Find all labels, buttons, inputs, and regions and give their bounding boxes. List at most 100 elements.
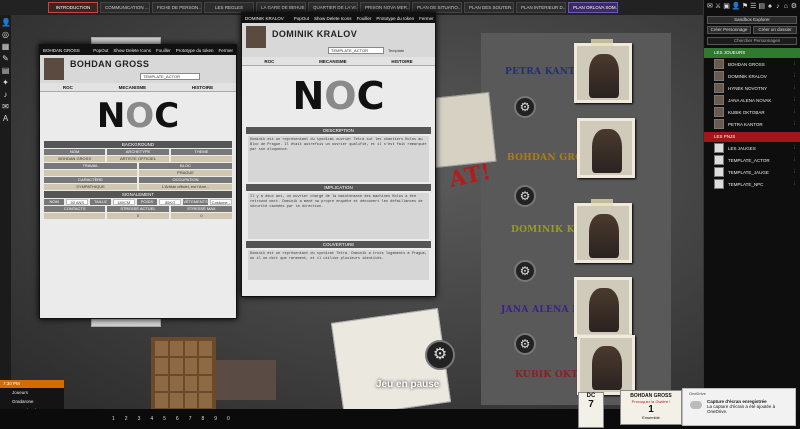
tiles-tool-icon[interactable]: ▦ — [1, 42, 10, 51]
macro-slot[interactable]: 8 — [201, 416, 204, 422]
tab-mecanisme[interactable]: MECANISME — [119, 83, 147, 91]
field-occupation[interactable]: L'Artiste officiel, est l'Ami... — [139, 184, 232, 190]
create-actor-button[interactable]: Créer Personnage — [707, 26, 751, 34]
create-folder-button[interactable]: Créer un dossier — [753, 26, 797, 34]
actor-item[interactable]: KUBIK OKTOBAR ⋮ — [704, 106, 800, 118]
tables-icon[interactable]: ▤ — [758, 3, 765, 11]
actor-item[interactable]: HYNEK NOVOTNY ⋮ — [704, 82, 800, 94]
field-taille[interactable]: 180CM — [112, 199, 135, 205]
actor-item[interactable]: TEMPLATE_ACTOR ⋮ — [704, 154, 800, 166]
players-header[interactable]: 7:30 PM — [0, 380, 64, 388]
character-name[interactable]: DOMINIK KRALOV — [272, 29, 357, 39]
portrait-jana-alena-novak[interactable] — [574, 277, 632, 337]
folder-les-pnjs[interactable]: LES PNJS — [704, 132, 800, 142]
gear-token-1[interactable]: ⚙ — [514, 96, 536, 118]
onedrive-toast[interactable]: OneDrive Capture d'écran enregistrée La … — [682, 388, 796, 426]
macro-slot[interactable]: 2 — [125, 416, 128, 422]
field-stress-max[interactable]: 0 — [170, 213, 232, 219]
couverture-text[interactable]: Dominik est un représentant du syndicat … — [248, 250, 429, 280]
draw-tool-icon[interactable]: ✎ — [1, 54, 10, 63]
cards-icon[interactable]: ♠ — [767, 3, 773, 11]
macro-slot[interactable]: 1 — [112, 416, 115, 422]
target-tool-icon[interactable]: ◎ — [1, 30, 10, 39]
tab-scene[interactable]: INTRODUCTION — [48, 2, 98, 13]
macro-slot[interactable]: 4 — [150, 416, 153, 422]
tab-scene[interactable]: COMMUNICATION ... — [100, 2, 150, 13]
macro-slot[interactable]: 3 — [138, 416, 141, 422]
playlists-icon[interactable]: ♪ — [775, 3, 781, 11]
portrait-dominik-kralov[interactable] — [574, 203, 632, 263]
combat-icon[interactable]: ⚔ — [715, 3, 721, 11]
sheet-bohdan-gross[interactable]: BOHDAN GROSS PopOut Show Delete Icons Fo… — [39, 44, 237, 319]
gear-token-3[interactable]: ⚙ — [514, 260, 536, 282]
sheet-dominik-kralov[interactable]: DOMINIK KRALOV PopOut Show Delete Icons … — [241, 12, 436, 297]
settings-icon[interactable]: ⚙ — [791, 3, 797, 11]
field-travail[interactable] — [44, 170, 137, 176]
notes-tool-icon[interactable]: ✉ — [1, 102, 10, 111]
fouiller-button[interactable]: Fouiller — [156, 48, 171, 53]
actor-item[interactable]: TEMPLATE_JAUGE ⋮ — [704, 166, 800, 178]
tab-scene[interactable]: FICHE DE PERSON... — [152, 2, 202, 13]
delete-icons-toggle[interactable]: Show Delete Icons — [113, 48, 151, 53]
field-caractere[interactable]: SYMPATHIQUE — [44, 184, 137, 190]
field-bloc[interactable]: PRAGUE — [139, 170, 232, 176]
portrait-bohdan-gross[interactable] — [577, 118, 635, 178]
actor-item[interactable]: TEMPLATE_NPC ⋮ — [704, 178, 800, 190]
delete-icons-toggle[interactable]: Show Delete Icons — [314, 16, 352, 21]
scenes-icon[interactable]: ▣ — [723, 3, 730, 11]
macro-slot[interactable]: 0 — [227, 416, 230, 422]
fouiller-button[interactable]: Fouiller — [357, 16, 372, 21]
template-select[interactable]: TEMPLATE_ACTOR — [140, 73, 200, 80]
gear-token-2[interactable]: ⚙ — [514, 185, 536, 207]
implication-text[interactable]: Il y a deux ans, un ouvrier chargé de la… — [248, 193, 429, 239]
description-text[interactable]: Dominik est un représentant du syndicat … — [248, 136, 429, 182]
actor-item[interactable]: BOHDAN GROSS ⋮ — [704, 58, 800, 70]
gear-token-4[interactable]: ⚙ — [514, 333, 536, 355]
actor-search-input[interactable]: Chercher Personnages — [707, 37, 797, 45]
tab-roc[interactable]: ROC — [63, 83, 73, 91]
template-select[interactable]: TEMPLATE_ACTOR — [328, 47, 384, 54]
macro-slot[interactable]: 5 — [163, 416, 166, 422]
macro-slot[interactable]: 6 — [176, 416, 179, 422]
actors-icon[interactable]: 👤 — [732, 3, 741, 11]
portrait-kubik-oktobar[interactable] — [577, 335, 635, 395]
items-icon[interactable]: ⚑ — [742, 3, 748, 11]
field-archetype[interactable]: ARTISTE OFFICIEL — [107, 156, 169, 162]
field-stress-actuel[interactable]: 0 — [107, 213, 169, 219]
macro-slot[interactable]: 9 — [214, 416, 217, 422]
actor-item[interactable]: DOMINIK KRALOV ⋮ — [704, 70, 800, 82]
macro-slot[interactable]: 7 — [189, 416, 192, 422]
tab-scene[interactable]: PLAN ORLOVA SOM... — [568, 2, 618, 13]
journal-icon[interactable]: ☰ — [750, 3, 756, 11]
prototype-token-button[interactable]: Prototype du token — [376, 16, 414, 21]
token-tool-icon[interactable]: 👤 — [1, 18, 11, 27]
close-button[interactable]: Fermer — [419, 16, 434, 21]
field-vetements[interactable]: Costume - cravate — [209, 199, 232, 211]
compendium-icon[interactable]: ⌂ — [783, 3, 789, 11]
folder-les-joueurs[interactable]: LES JOUEURS — [704, 48, 800, 58]
avatar[interactable] — [246, 26, 266, 48]
prototype-token-button[interactable]: Prototype du token — [176, 48, 214, 53]
popout-button[interactable]: PopOut — [93, 48, 108, 53]
tab-scene[interactable]: PLAN DES SOUTER... — [464, 2, 514, 13]
field-contacts[interactable] — [44, 213, 106, 219]
close-button[interactable]: Fermer — [219, 48, 234, 53]
sandbox-explorer-button[interactable]: Sandbox Explorer — [707, 16, 797, 24]
portrait-petra-kantor[interactable] — [574, 43, 632, 103]
sound-tool-icon[interactable]: ♪ — [1, 90, 10, 99]
tab-histoire[interactable]: HISTOIRE — [391, 57, 412, 65]
popout-button[interactable]: PopOut — [294, 16, 309, 21]
tab-scene[interactable]: PLAN INTERIEUR D... — [516, 2, 566, 13]
field-age[interactable]: 50 ANS — [66, 199, 89, 205]
avatar[interactable] — [44, 58, 64, 80]
actor-item[interactable]: JANA ALENA NOVAK ⋮ — [704, 94, 800, 106]
text-tool-icon[interactable]: A — [1, 114, 10, 123]
field-poids[interactable]: 85KG — [159, 199, 182, 205]
chat-icon[interactable]: ✉ — [707, 3, 713, 11]
tab-mecanisme[interactable]: MECANISME — [319, 57, 347, 65]
actor-item[interactable]: PETRA KANTOR ⋮ — [704, 118, 800, 130]
light-tool-icon[interactable]: ✦ — [1, 78, 10, 87]
actor-item[interactable]: LES JAUGES ⋮ — [704, 142, 800, 154]
walls-tool-icon[interactable]: ▤ — [1, 66, 10, 75]
tab-histoire[interactable]: HISTOIRE — [192, 83, 213, 91]
